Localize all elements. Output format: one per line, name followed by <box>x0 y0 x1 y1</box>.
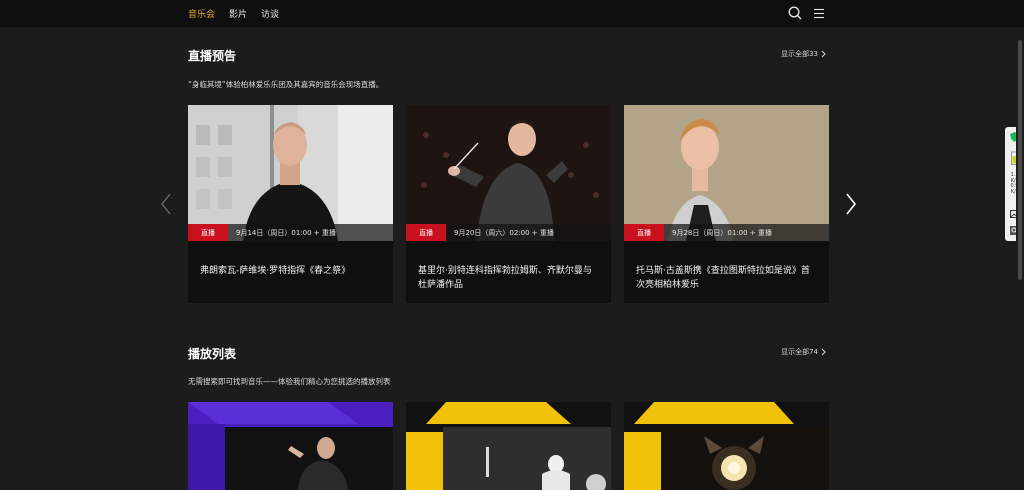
show-all-link[interactable]: 显示全部33 <box>781 49 826 59</box>
top-nav-bar: 音乐会 影片 访谈 <box>0 0 1024 27</box>
section-subtitle: 无需搜索即可找到音乐——体验我们精心为您挑选的播放列表 <box>188 377 391 386</box>
chevron-right-icon <box>821 348 826 356</box>
playlist-card[interactable] <box>188 402 393 490</box>
live-info-bar: 直播 9月28日（周日）01:00 + 重播 <box>624 224 829 241</box>
live-badge: 直播 <box>624 224 664 241</box>
playlist-card[interactable] <box>624 402 829 490</box>
live-time: 9月14日（周日）01:00 + 重播 <box>236 228 336 237</box>
live-time: 9月20日（周六）02:00 + 重播 <box>454 228 554 237</box>
search-icon[interactable] <box>788 6 802 20</box>
concert-title: 基里尔·别特连科指挥勃拉姆斯、齐默尔曼与杜萨潘作品 <box>418 266 592 290</box>
scrollbar-thumb[interactable] <box>1018 40 1022 280</box>
show-all-label: 显示全部33 <box>781 50 818 58</box>
playlist-thumbnail <box>188 402 393 490</box>
section-title: 直播预告 <box>188 49 237 63</box>
live-badge: 直播 <box>188 224 228 241</box>
carousel-prev-arrow[interactable] <box>159 190 173 218</box>
carousel-next-arrow[interactable] <box>844 190 858 218</box>
concert-card[interactable]: 直播 9月14日（周日）01:00 + 重播 弗朗索瓦-萨维埃·罗特指挥《春之祭… <box>188 105 393 303</box>
concert-card[interactable]: 直播 9月28日（周日）01:00 + 重播 托马斯·古盖斯携《查拉图斯特拉如是… <box>624 105 829 303</box>
concert-thumbnail <box>188 105 393 241</box>
playlist-card[interactable] <box>406 402 611 490</box>
playlist-thumbnail <box>624 402 829 490</box>
main-nav: 音乐会 影片 访谈 <box>188 0 279 27</box>
chevron-right-icon <box>846 193 857 215</box>
concert-thumbnail <box>624 105 829 241</box>
nav-item-concerts[interactable]: 音乐会 <box>188 7 215 20</box>
menu-icon[interactable] <box>812 6 826 20</box>
playlist-thumbnail <box>406 402 611 490</box>
section-title: 播放列表 <box>188 347 237 361</box>
live-info-bar: 直播 9月14日（周日）01:00 + 重播 <box>188 224 393 241</box>
playlist-section: 播放列表 显示全部74 无需搜索即可找到音乐——体验我们精心为您挑选的播放列表 <box>188 345 830 490</box>
show-all-link[interactable]: 显示全部74 <box>781 347 826 357</box>
concert-title: 弗朗索瓦-萨维埃·罗特指挥《春之祭》 <box>200 266 351 276</box>
live-info-bar: 直播 9月20日（周六）02:00 + 重播 <box>406 224 611 241</box>
nav-item-films[interactable]: 影片 <box>229 7 247 20</box>
concert-card[interactable]: 直播 9月20日（周六）02:00 + 重播 基里尔·别特连科指挥勃拉姆斯、齐默… <box>406 105 611 303</box>
live-section: 直播预告 显示全部33 “身临其境”体验柏林爱乐乐团及其嘉宾的音乐会现场直播。 <box>188 47 830 307</box>
show-all-label: 显示全部74 <box>781 348 818 356</box>
concert-thumbnail <box>406 105 611 241</box>
nav-item-interviews[interactable]: 访谈 <box>261 7 279 20</box>
top-icons <box>788 6 826 20</box>
live-badge: 直播 <box>406 224 446 241</box>
live-time: 9月28日（周日）01:00 + 重播 <box>672 228 772 237</box>
concert-title: 托马斯·古盖斯携《查拉图斯特拉如是说》首次亮相柏林爱乐 <box>636 266 810 290</box>
chevron-right-icon <box>821 50 826 58</box>
section-subtitle: “身临其境”体验柏林爱乐乐团及其嘉宾的音乐会现场直播。 <box>188 80 384 89</box>
chevron-left-icon <box>161 193 171 215</box>
